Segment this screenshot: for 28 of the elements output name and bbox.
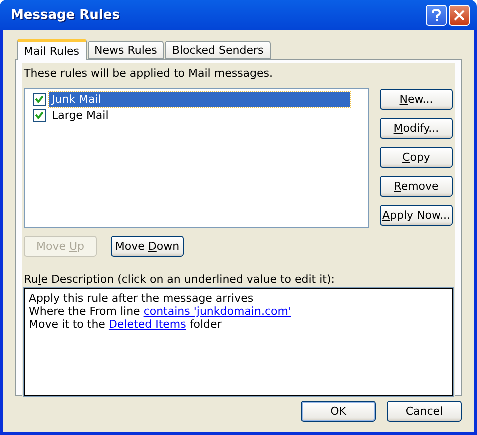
intro-text: These rules will be applied to Mail messages.	[24, 67, 274, 80]
value-link[interactable]: Deleted Items	[108, 318, 186, 331]
rule-item[interactable]: Junk Mail	[49, 92, 350, 106]
description-text: Move it to the	[29, 318, 106, 331]
dialog-button[interactable]: Cancel	[387, 401, 462, 422]
rule-button[interactable]: Remove	[380, 176, 453, 197]
rule-button[interactable]: Apply Now...	[380, 205, 453, 226]
help-button[interactable]	[426, 4, 447, 26]
description-text: folder	[188, 318, 222, 331]
checkbox[interactable]	[33, 92, 46, 106]
rule-button[interactable]: Copy	[380, 147, 453, 168]
description-text: Apply this rule after the message arrives	[29, 292, 254, 305]
rule-button[interactable]: Modify...	[380, 118, 453, 139]
rule-button[interactable]: New...	[380, 89, 453, 110]
tab[interactable]: Blocked Senders	[165, 41, 271, 59]
description-label: Rule Description (click on an underlined value to edit it):	[24, 273, 336, 286]
dialog-button[interactable]: OK	[301, 401, 376, 422]
rule-item[interactable]: Large Mail	[49, 108, 112, 122]
description-text: Where the From line	[29, 305, 142, 318]
window-title: Message Rules	[10, 8, 121, 22]
close-button[interactable]	[449, 4, 470, 26]
close-icon	[454, 10, 465, 20]
value-link[interactable]: contains 'junkdomain.com'	[144, 305, 292, 318]
tab[interactable]: News Rules	[88, 41, 164, 59]
tab[interactable]: Mail Rules	[17, 39, 87, 60]
move-button[interactable]: Move Down	[111, 236, 184, 257]
checkbox[interactable]	[33, 108, 46, 122]
question-mark-icon	[431, 8, 442, 22]
